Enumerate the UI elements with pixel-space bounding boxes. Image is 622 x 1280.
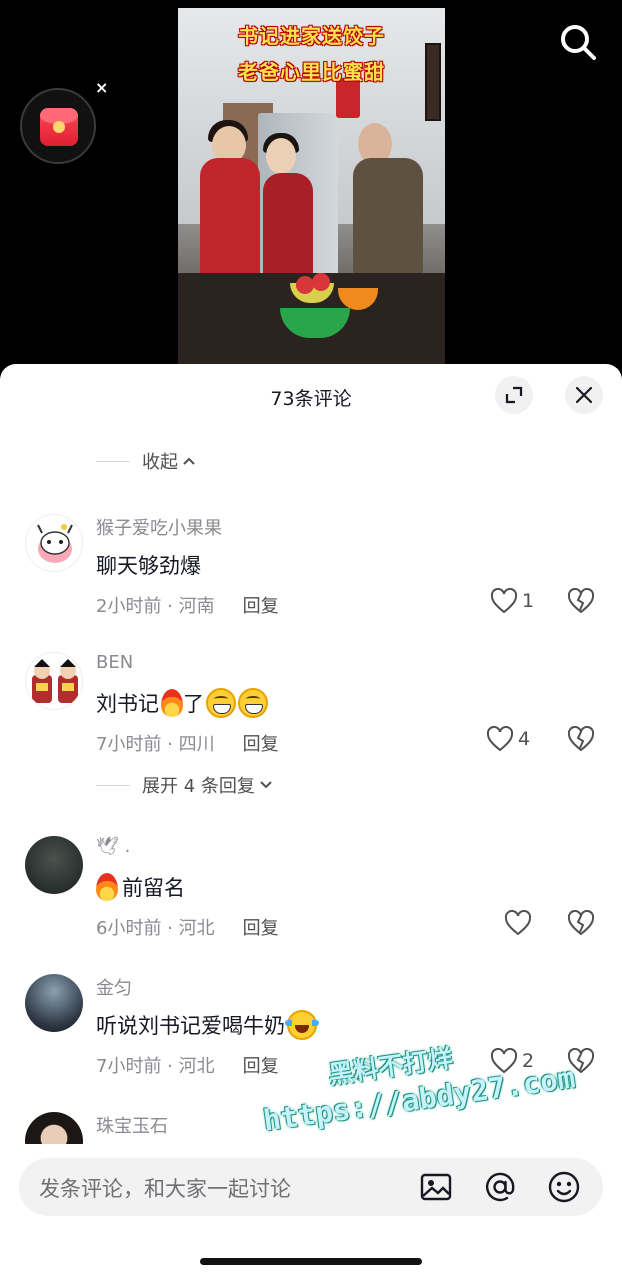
comment-text: 听说刘书记爱喝牛奶 <box>96 1010 319 1040</box>
emoji-icon[interactable] <box>547 1170 581 1204</box>
heart-icon <box>504 910 532 936</box>
person-head <box>266 138 296 174</box>
comment-text-content: 听说刘书记爱喝牛奶 <box>96 1014 285 1038</box>
comment-time-location: 2小时前 · 河南 <box>96 596 215 617</box>
avatar[interactable] <box>25 974 83 1032</box>
mention-icon[interactable] <box>483 1170 517 1204</box>
comment-time-location: 6小时前 · 河北 <box>96 918 215 939</box>
comment-meta: 2小时前 · 河南 回复 <box>96 592 279 618</box>
comment-time-location: 7小时前 · 河北 <box>96 1056 215 1077</box>
comment-text-content: 前留名 <box>122 876 185 900</box>
grinning-emoji-icon <box>206 688 236 718</box>
grinning-emoji-icon <box>238 688 268 718</box>
broken-heart-icon <box>567 909 595 936</box>
heart-icon <box>486 726 514 752</box>
comment-text: 聊天够劲爆 <box>96 550 201 580</box>
comments-sheet: 73条评论 收起 猴子爱吃小果果 聊天够劲爆 2小时前 · 河南 回复 1 BE… <box>0 364 622 1280</box>
laughing-crying-emoji-icon <box>285 1010 319 1040</box>
reply-button[interactable]: 回复 <box>243 914 279 940</box>
like-count: 1 <box>522 590 535 612</box>
avatar[interactable] <box>25 836 83 894</box>
close-sheet-button[interactable] <box>565 376 603 414</box>
comment-meta: 7小时前 · 河北 回复 <box>96 1052 279 1078</box>
like-button[interactable]: 1 <box>490 588 534 614</box>
comment-text-content: 聊天够劲爆 <box>96 554 201 578</box>
comment-time-location: 7小时前 · 四川 <box>96 734 215 755</box>
divider <box>96 784 130 786</box>
fire-emoji-icon <box>161 689 183 717</box>
comment-text: 前留名 <box>96 872 185 902</box>
comment-username[interactable]: 金匀 <box>96 974 132 1000</box>
chevron-down-icon <box>260 781 272 789</box>
comment-username[interactable]: 🕊 . <box>96 836 130 857</box>
heart-icon <box>490 588 518 614</box>
broken-heart-icon <box>567 587 595 614</box>
close-icon <box>575 386 593 404</box>
like-button[interactable] <box>504 910 536 936</box>
video-caption-line2: 老爸心里比蜜甜 <box>238 60 385 84</box>
reply-button[interactable]: 回复 <box>243 1052 279 1078</box>
expand-icon <box>505 386 523 404</box>
comment-input[interactable]: 发条评论，和大家一起讨论 <box>19 1158 603 1216</box>
comment-input-placeholder: 发条评论，和大家一起讨论 <box>39 1177 291 1201</box>
video-player[interactable]: 书记进家送饺子 老爸心里比蜜甜 <box>178 8 445 368</box>
dislike-button[interactable] <box>567 587 595 618</box>
avatar[interactable] <box>25 514 83 572</box>
like-button[interactable]: 4 <box>486 726 530 752</box>
dislike-button[interactable] <box>567 909 595 940</box>
expand-replies-label: 展开 4 条回复 <box>142 776 255 797</box>
comment-text-content: 刘书记 <box>96 692 159 716</box>
comment-username[interactable]: BEN <box>96 652 133 673</box>
collapse-replies-button[interactable]: 收起 <box>96 448 196 474</box>
person-elder <box>353 158 423 288</box>
apple <box>312 273 330 291</box>
comment-username[interactable]: 猴子爱吃小果果 <box>96 514 222 540</box>
chevron-up-icon <box>183 457 195 465</box>
reply-button[interactable]: 回复 <box>243 730 279 756</box>
divider <box>96 460 130 462</box>
like-count: 4 <box>518 728 531 750</box>
red-envelope-icon <box>40 108 78 146</box>
comment-text: 刘书记 了 <box>96 688 268 718</box>
apple <box>296 276 314 294</box>
expand-sheet-button[interactable] <box>495 376 533 414</box>
video-caption-line1: 书记进家送饺子 <box>238 24 385 48</box>
red-packet-button[interactable] <box>20 88 96 164</box>
dislike-button[interactable] <box>567 725 595 756</box>
broken-heart-icon <box>567 725 595 752</box>
fire-emoji-icon <box>96 873 118 901</box>
home-indicator[interactable] <box>200 1258 422 1265</box>
comment-meta: 6小时前 · 河北 回复 <box>96 914 279 940</box>
search-icon[interactable] <box>558 22 598 62</box>
avatar[interactable] <box>25 652 83 710</box>
expand-replies-button[interactable]: 展开 4 条回复 <box>96 772 273 798</box>
reply-button[interactable]: 回复 <box>243 592 279 618</box>
comment-username[interactable]: 珠宝玉石 <box>96 1112 168 1138</box>
comment-meta: 7小时前 · 四川 回复 <box>96 730 279 756</box>
red-packet-close-button[interactable]: × <box>95 78 108 97</box>
image-icon[interactable] <box>419 1170 453 1204</box>
comment-text-suffix: 了 <box>183 692 204 716</box>
collapse-label: 收起 <box>142 452 178 473</box>
